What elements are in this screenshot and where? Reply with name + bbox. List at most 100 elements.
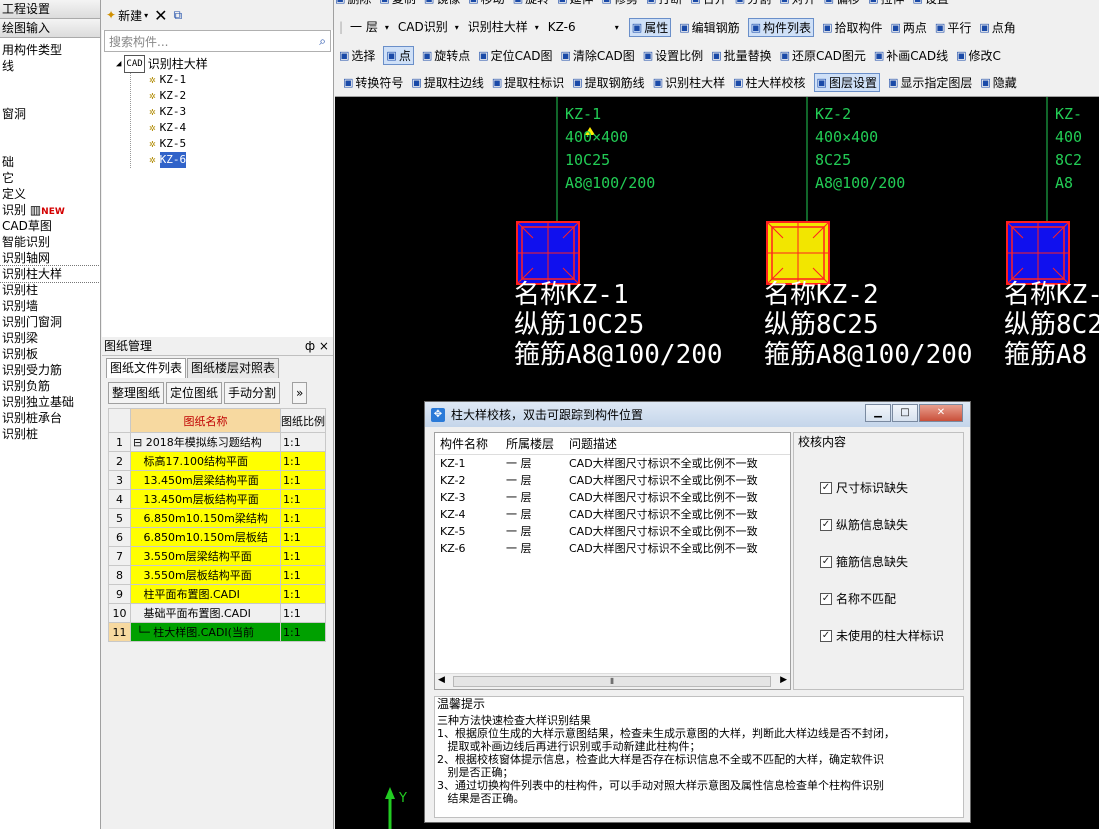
nav-item[interactable]: 线 — [0, 58, 100, 74]
nav-item[interactable]: 窗洞 — [0, 106, 100, 122]
nav-item[interactable] — [0, 138, 100, 154]
drawing-name-cell[interactable]: 标高17.100结构平面 — [130, 451, 281, 471]
nav-item[interactable]: 识别轴网 — [0, 250, 100, 266]
toolbar-button[interactable]: ▣打断 — [646, 0, 682, 7]
toolbar-button[interactable]: ▣ 构件列表 — [747, 17, 815, 37]
table-row[interactable]: 5 6.850m10.150m梁结构 1:1 — [108, 508, 326, 528]
nav-header-project[interactable]: 工程设置 — [0, 0, 100, 19]
nav-item[interactable] — [0, 122, 100, 138]
drawing-ratio-cell[interactable]: 1:1 — [280, 546, 326, 566]
toolbar-button[interactable]: ▣ 点 — [383, 45, 414, 65]
table-row[interactable]: 8 3.550m层板结构平面 1:1 — [108, 565, 326, 585]
toolbar-button[interactable]: ▣ 提取钢筋线 — [572, 74, 644, 91]
toolbar-button[interactable]: ▣ 补画CAD线 — [874, 47, 948, 64]
nav-item[interactable]: 它 — [0, 170, 100, 186]
drawing-name-cell[interactable]: ⊟ 2018年模拟练习题结构 — [130, 432, 281, 452]
nav-item[interactable]: 识别柱 — [0, 282, 100, 298]
check-option[interactable]: ✓ 未使用的柱大样标识 — [820, 627, 944, 644]
drawing-name-cell[interactable]: └─ 柱大样图.CADI(当前 — [130, 622, 281, 642]
checkbox[interactable]: ✓ — [820, 629, 832, 642]
nav-item[interactable]: CAD草图 — [0, 218, 100, 234]
drawing-name-cell[interactable]: 6.850m10.150m梁结构 — [130, 508, 281, 528]
issue-list[interactable]: 构件名称 所属楼层 问题描述 KZ-1 一 层 CAD大样图尺寸标识不全或比例不一致… — [434, 432, 791, 690]
drawing-ratio-cell[interactable]: 1:1 — [280, 527, 326, 547]
nav-item[interactable] — [0, 90, 100, 106]
checkbox[interactable]: ✓ — [820, 592, 832, 605]
check-option[interactable]: ✓ 名称不匹配 — [820, 590, 896, 607]
new-button[interactable]: ✦ 新建 ▾ — [106, 7, 148, 24]
nav-item[interactable]: 识别门窗洞 — [0, 314, 100, 330]
toolbar-button[interactable]: ▣ 修改C — [956, 47, 1001, 64]
toolbar-button[interactable]: ▣ 转换符号 — [343, 74, 403, 91]
delete-icon[interactable]: ✕ — [154, 6, 167, 25]
drawing-ratio-cell[interactable]: 1:1 — [280, 565, 326, 585]
nav-item[interactable]: 识别墙 — [0, 298, 100, 314]
nav-item[interactable] — [0, 74, 100, 90]
toolbar-button[interactable]: ▣旋转 — [513, 0, 549, 7]
issue-row[interactable]: KZ-1 一 层 CAD大样图尺寸标识不全或比例不一致 — [435, 455, 790, 472]
toolbar-button[interactable]: ▣ 柱大样校核 — [733, 74, 805, 91]
toolbar-button[interactable]: ▣ 选择 — [339, 47, 375, 64]
tree-node[interactable]: ✲ KZ-1 — [149, 72, 333, 88]
minimize-button[interactable]: ▁ — [865, 404, 891, 422]
table-row[interactable]: 9 柱平面布置图.CADI 1:1 — [108, 584, 326, 604]
component-select[interactable]: KZ-6 — [545, 18, 611, 36]
toolbar-button[interactable]: ▣ 提取柱边线 — [411, 74, 483, 91]
toolbar-button[interactable]: ▣ 编辑钢筋 — [679, 18, 739, 37]
drawing-ratio-cell[interactable]: 1:1 — [280, 584, 326, 604]
drawing-ratio-cell[interactable]: 1:1 — [280, 451, 326, 471]
issue-row[interactable]: KZ-6 一 层 CAD大样图尺寸标识不全或比例不一致 — [435, 540, 790, 557]
toolbar-button[interactable]: ▣延伸 — [557, 0, 593, 7]
table-row[interactable]: 1 ⊟ 2018年模拟练习题结构 1:1 — [108, 432, 326, 452]
nav-item[interactable]: 识别柱大样 — [0, 265, 100, 283]
toolbar-button[interactable]: ▣ 平行 — [935, 18, 971, 37]
toolbar-button[interactable]: ▣ 设置比例 — [643, 47, 703, 64]
chevron-down-icon[interactable]: ▾ — [535, 23, 539, 32]
issue-row[interactable]: KZ-3 一 层 CAD大样图尺寸标识不全或比例不一致 — [435, 489, 790, 506]
toolbar-button[interactable]: ▣合并 — [690, 0, 726, 7]
nav-item[interactable]: 础 — [0, 154, 100, 170]
nav-item[interactable]: 识别梁 — [0, 330, 100, 346]
drawing-name-cell[interactable]: 13.450m层梁结构平面 — [130, 470, 281, 490]
col-header-ratio[interactable]: 图纸比例 — [280, 408, 326, 433]
toolbar-button[interactable]: ▣偏移 — [824, 0, 860, 7]
recog-type-select[interactable]: 识别柱大样 — [465, 18, 531, 36]
toolbar-button[interactable]: ▣分割 — [735, 0, 771, 7]
col-floor[interactable]: 所属楼层 — [501, 433, 564, 454]
table-row[interactable]: 10 基础平面布置图.CADI 1:1 — [108, 603, 326, 623]
checkbox[interactable]: ✓ — [820, 518, 832, 531]
split-button[interactable]: 手动分割 — [224, 382, 281, 404]
table-row[interactable]: 2 标高17.100结构平面 1:1 — [108, 451, 326, 471]
nav-item[interactable]: 识别受力筋 — [0, 362, 100, 378]
toolbar-button[interactable]: ▣ 显示指定图层 — [888, 74, 972, 91]
toolbar-button[interactable]: ▣ 隐藏 — [980, 74, 1016, 91]
issue-row[interactable]: KZ-2 一 层 CAD大样图尺寸标识不全或比例不一致 — [435, 472, 790, 489]
table-row[interactable]: 3 13.450m层梁结构平面 1:1 — [108, 470, 326, 490]
pin-close-icon[interactable]: ф × — [305, 337, 333, 355]
check-option[interactable]: ✓ 箍筋信息缺失 — [820, 553, 908, 570]
issue-row[interactable]: KZ-5 一 层 CAD大样图尺寸标识不全或比例不一致 — [435, 523, 790, 540]
nav-item[interactable]: 识别独立基础 — [0, 394, 100, 410]
toolbar-button[interactable]: ▣拉伸 — [868, 0, 904, 7]
maximize-button[interactable]: □ — [892, 404, 918, 422]
issue-row[interactable]: KZ-4 一 层 CAD大样图尺寸标识不全或比例不一致 — [435, 506, 790, 523]
tree-node[interactable]: ✲ KZ-6 — [149, 152, 333, 168]
drawing-name-cell[interactable]: 基础平面布置图.CADI — [130, 603, 281, 623]
floor-select[interactable]: 一 层 — [347, 18, 381, 36]
drawing-ratio-cell[interactable]: 1:1 — [280, 489, 326, 509]
drawing-name-cell[interactable]: 柱平面布置图.CADI — [130, 584, 281, 604]
search-input[interactable]: 搜索构件... ⌕ — [104, 30, 331, 52]
tab-floor-map[interactable]: 图纸楼层对照表 — [187, 358, 280, 378]
organize-button[interactable]: 整理图纸 — [108, 382, 165, 404]
collapse-icon[interactable]: ◢ — [116, 56, 121, 72]
more-button[interactable]: » — [292, 382, 308, 404]
toolbar-button[interactable]: ▣ 拾取构件 — [822, 18, 882, 37]
tree-node[interactable]: ✲ KZ-4 — [149, 120, 333, 136]
toolbar-button[interactable]: ▣修剪 — [602, 0, 638, 7]
chevron-down-icon[interactable]: ▾ — [385, 23, 389, 32]
nav-item[interactable]: 识别板 — [0, 346, 100, 362]
toolbar-button[interactable]: ▣ 识别柱大样 — [653, 74, 725, 91]
toolbar-button[interactable]: ▣ 清除CAD图 — [561, 47, 635, 64]
table-row[interactable]: 7 3.550m层梁结构平面 1:1 — [108, 546, 326, 566]
horizontal-scrollbar[interactable]: ◀ ⦀ ▶ — [435, 673, 790, 689]
